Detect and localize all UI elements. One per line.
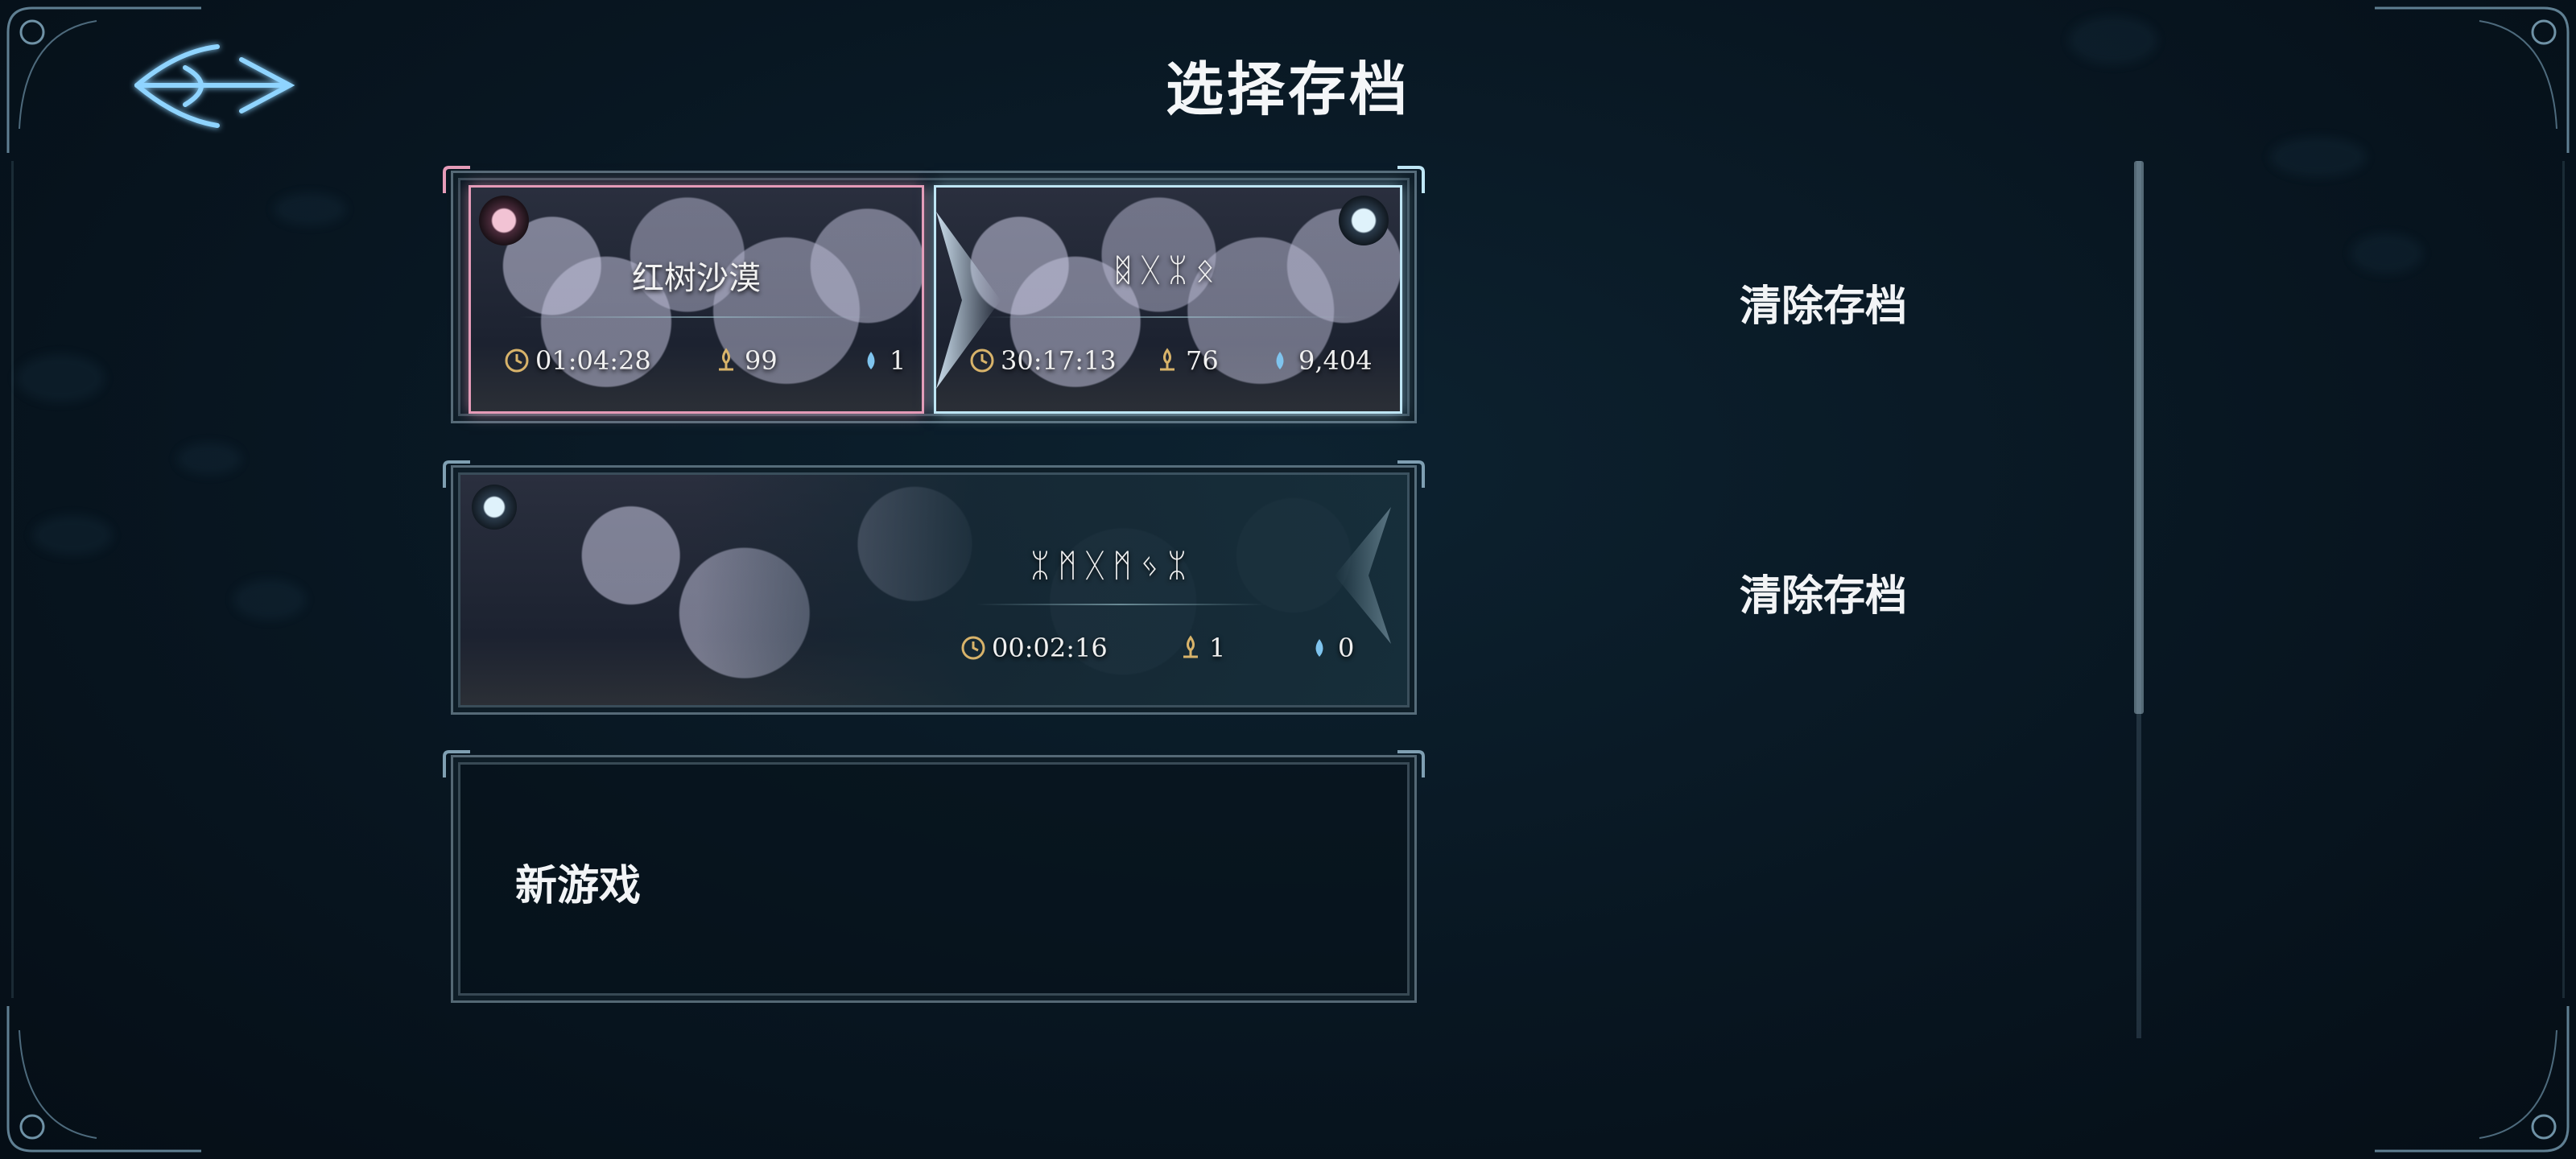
frame-edge [11, 161, 14, 998]
slot-corner-ornament [441, 749, 473, 781]
slot-corner-ornament [1394, 459, 1426, 491]
frame-corner-ornament [0, 998, 209, 1159]
slot-corner-ornament [1394, 164, 1426, 196]
clear-save-button[interactable]: 清除存档 [1690, 562, 1956, 622]
flame-sigil-icon [1160, 348, 1174, 371]
wing-emblem-icon [472, 485, 517, 530]
level-value: 99 [745, 345, 778, 376]
slot-corner-ornament [441, 164, 473, 196]
save-slot-1-world-right[interactable]: ᛥᚷᛯᛟ 30:17:13 76 9,404 [934, 185, 1402, 414]
divider [976, 604, 1265, 605]
level: 76 [1154, 345, 1219, 376]
page-title: 选择存档 [1165, 55, 1410, 123]
play-time-value: 01:04:28 [535, 345, 651, 376]
new-game-slot[interactable]: 新游戏 [451, 755, 1417, 1003]
clock-icon [970, 349, 994, 373]
level-value: 76 [1186, 345, 1219, 376]
level: 1 [1177, 633, 1225, 663]
clear-save-button[interactable]: 清除存档 [1690, 272, 1956, 332]
currency-value: 1 [890, 345, 906, 376]
droplet-icon [1276, 352, 1284, 369]
play-time: 01:04:28 [503, 345, 651, 376]
play-time: 00:02:16 [960, 633, 1108, 663]
level: 99 [712, 345, 778, 376]
bg-ornament [16, 354, 105, 402]
level-value: 1 [1209, 633, 1226, 663]
currency-value: 0 [1338, 633, 1355, 663]
new-game-label: 新游戏 [515, 861, 642, 910]
save-slot-2[interactable]: ᛯᛗᚷᛗᛃᛯ 00:02:16 1 0 [451, 465, 1417, 715]
play-time-value: 30:17:13 [1001, 345, 1117, 376]
wing-emblem-icon [1339, 196, 1389, 245]
droplet-icon [867, 352, 875, 369]
droplet-icon [1315, 639, 1323, 657]
play-time: 30:17:13 [968, 345, 1117, 376]
frame-corner-ornament [2367, 998, 2576, 1159]
bg-ornament [177, 443, 242, 475]
bg-ornament [274, 193, 346, 225]
fade-overlay [460, 475, 1407, 705]
save-slot-1-world-left[interactable]: 红树沙漠 01:04:28 99 1 [469, 185, 924, 414]
frame-edge [2562, 161, 2565, 998]
currency: 1 [857, 345, 906, 376]
slot-corner-ornament [1394, 749, 1426, 781]
flame-sigil-icon [1183, 635, 1198, 658]
bg-ornament [32, 515, 113, 555]
save-slot-1[interactable]: 红树沙漠 01:04:28 99 1 ᛥᚷᛯᛟ 30:17:13 76 9,40… [451, 171, 1417, 423]
divider [985, 316, 1355, 318]
slot-corner-ornament [441, 459, 473, 491]
bg-ornament [2270, 137, 2367, 177]
divider [519, 316, 873, 318]
bg-ornament [233, 580, 306, 620]
bg-ornament [2351, 233, 2423, 274]
world-name: 红树沙漠 [632, 260, 761, 297]
clock-icon [505, 349, 529, 373]
currency: 9,404 [1266, 345, 1373, 376]
world-name: ᛥᚷᛯᛟ [1113, 252, 1223, 289]
world-name: ᛯᛗᚷᛗᛃᛯ [1030, 547, 1195, 584]
scrollbar-thumb[interactable] [2134, 161, 2144, 714]
play-time-value: 00:02:16 [992, 633, 1108, 663]
currency: 0 [1306, 633, 1354, 663]
rose-emblem-icon [479, 196, 529, 245]
save-slot-2-world[interactable]: ᛯᛗᚷᛗᛃᛯ 00:02:16 1 0 [460, 475, 1407, 705]
currency-value: 9,404 [1298, 345, 1373, 376]
clock-icon [961, 636, 985, 660]
flame-sigil-icon [719, 348, 733, 371]
